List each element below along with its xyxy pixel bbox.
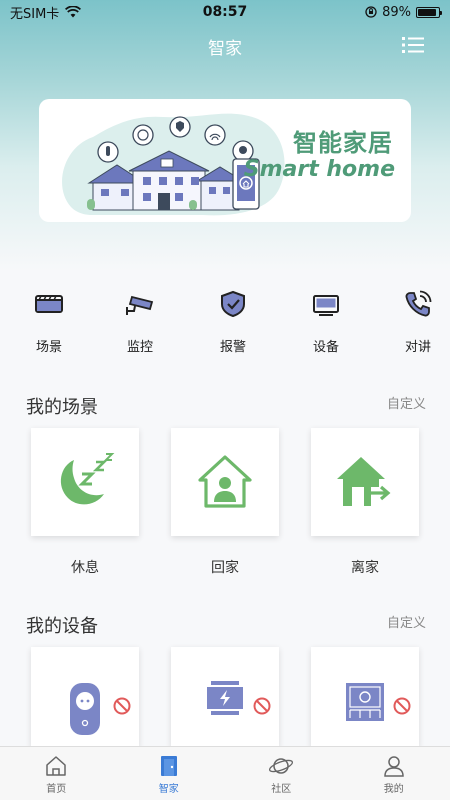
device-card-socket[interactable] (31, 647, 139, 747)
disabled-icon (393, 697, 411, 715)
home-exit-icon (337, 457, 391, 506)
quick-menu: 场景 监控 报警 设备 对讲 (0, 288, 450, 358)
planet-icon (269, 758, 294, 774)
scene-card-rest[interactable] (31, 428, 139, 536)
status-right: 89% (365, 4, 442, 20)
wifi-icon (65, 6, 82, 18)
scenes-customize-link[interactable]: 自定义 (387, 393, 426, 412)
carrier-text: 无SIM卡 (10, 6, 60, 22)
monitor-icon (313, 295, 339, 316)
disabled-icon (113, 697, 131, 715)
disabled-icon (253, 697, 271, 715)
tab-bar: 首页 智家 社区 我的 (0, 746, 450, 800)
quick-item-monitor[interactable]: 监控 (110, 288, 170, 355)
home-person-icon (198, 455, 252, 508)
home-icon (46, 756, 66, 776)
shield-check-icon (221, 290, 245, 318)
socket-icon (70, 683, 100, 735)
quick-item-scene[interactable]: 场景 (19, 288, 79, 355)
panel-switch-icon (346, 683, 384, 721)
status-bar: 无SIM卡 08:57 89% (0, 0, 450, 24)
tab-label-community: 社区 (271, 784, 292, 795)
scene-card-home[interactable] (171, 428, 279, 536)
film-icon (35, 295, 63, 313)
quick-item-intercom[interactable]: 对讲 (388, 288, 448, 355)
tab-label-mine: 我的 (383, 784, 404, 795)
devices-section-title: 我的设备 (26, 616, 98, 637)
devices-customize-link[interactable]: 自定义 (387, 612, 426, 631)
device-card-panel[interactable] (311, 647, 419, 747)
list-menu-icon[interactable] (402, 36, 424, 54)
orientation-lock-icon (365, 6, 377, 18)
quick-item-alarm[interactable]: 报警 (203, 288, 263, 355)
tab-label-home: 首页 (46, 784, 67, 795)
quick-label-alarm: 报警 (219, 340, 246, 355)
quick-label-intercom: 对讲 (404, 340, 431, 355)
battery-icon (416, 6, 442, 18)
quick-label-device: 设备 (312, 340, 339, 355)
scene-label-rest: 休息 (71, 560, 99, 576)
battery-percent: 89% (382, 4, 411, 20)
nav-bar: 智家 (0, 30, 450, 64)
user-icon (383, 756, 404, 777)
tab-smart-home[interactable]: 智家 (113, 747, 226, 800)
banner-title-cn: 智能家居 (293, 129, 393, 157)
page-title: 智家 (208, 39, 242, 59)
tab-label-smart-home: 智家 (158, 784, 179, 795)
door-icon (160, 756, 177, 776)
tab-home[interactable]: 首页 (0, 747, 113, 800)
banner-title-en: Smart home (243, 157, 395, 182)
tab-community[interactable]: 社区 (225, 747, 338, 800)
camera-icon (126, 295, 154, 315)
device-card-power[interactable] (171, 647, 279, 747)
quick-item-device[interactable]: 设备 (296, 288, 356, 355)
scene-label-leave: 离家 (351, 560, 379, 576)
quick-label-scene: 场景 (35, 340, 62, 355)
battery-level (418, 8, 436, 16)
power-switch-icon (207, 681, 243, 715)
tab-mine[interactable]: 我的 (338, 747, 450, 800)
scene-card-leave[interactable] (311, 428, 419, 536)
moon-sleep-icon (60, 453, 115, 505)
phone-call-icon (405, 290, 432, 317)
quick-label-monitor: 监控 (126, 340, 153, 355)
scene-label-home: 回家 (211, 560, 239, 576)
smart-home-banner[interactable]: 智能家居 Smart home (39, 99, 411, 222)
status-left: 无SIM卡 (10, 3, 82, 22)
scenes-section-title: 我的场景 (26, 397, 98, 418)
